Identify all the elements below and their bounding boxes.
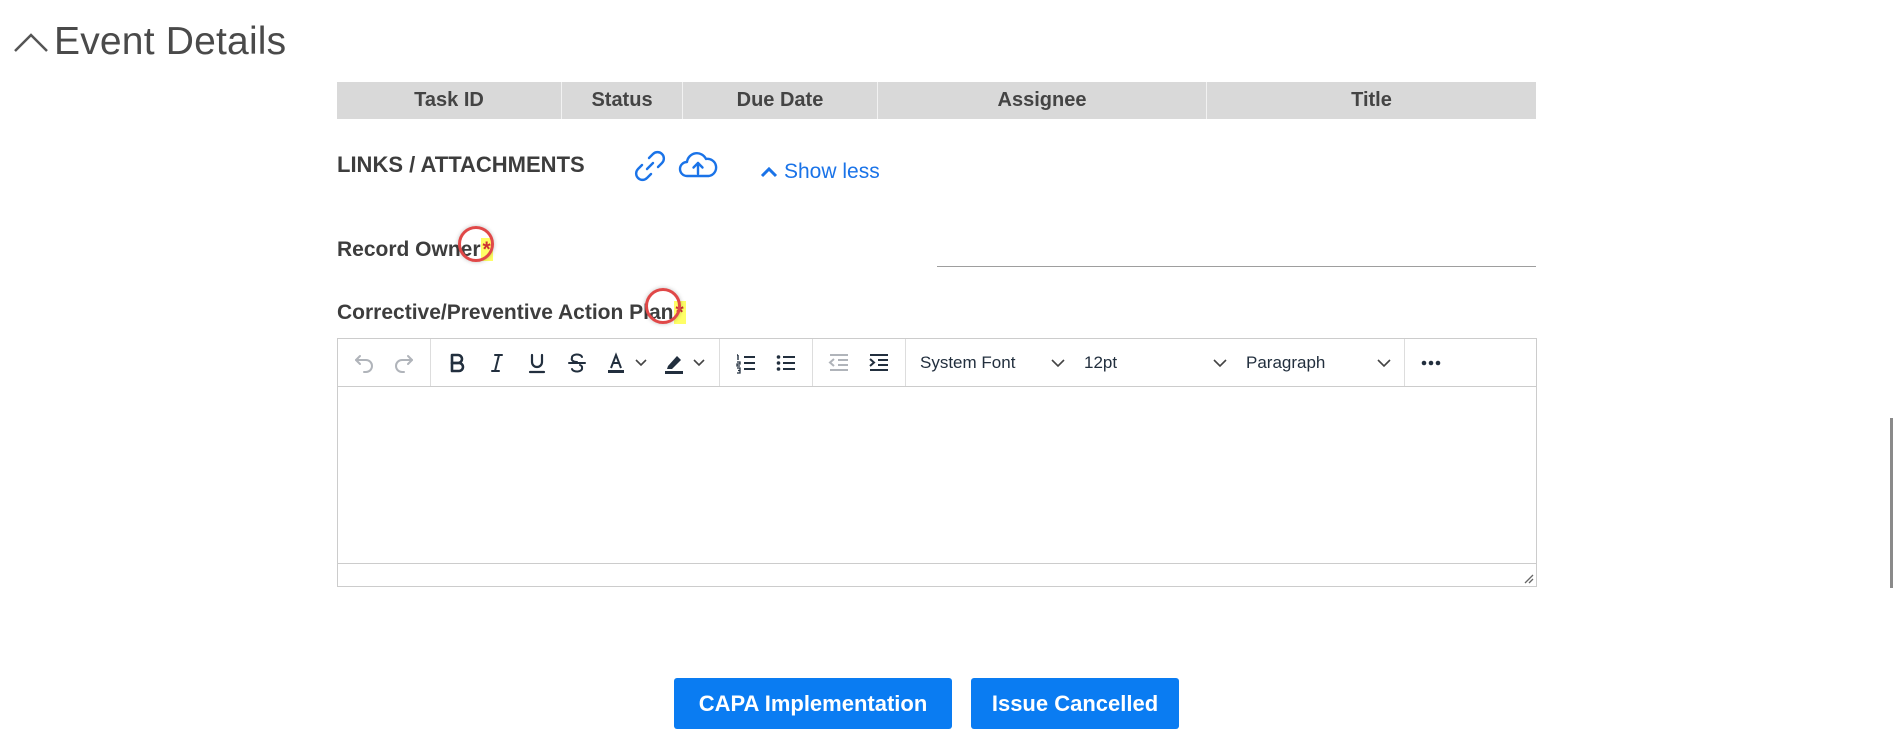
resize-handle-icon[interactable] bbox=[1522, 572, 1534, 584]
column-header-task-id[interactable]: Task ID bbox=[337, 82, 562, 119]
list-group bbox=[720, 339, 813, 386]
underline-icon[interactable] bbox=[517, 345, 557, 381]
undo-icon[interactable] bbox=[344, 345, 384, 381]
more-group bbox=[1405, 339, 1457, 386]
chevron-down-icon bbox=[1051, 358, 1065, 367]
column-header-due-date[interactable]: Due Date bbox=[683, 82, 878, 119]
capa-implementation-button[interactable]: CAPA Implementation bbox=[674, 678, 952, 729]
format-group bbox=[431, 339, 720, 386]
action-plan-label-text: Corrective/Preventive Action Plan bbox=[337, 301, 674, 324]
font-family-select[interactable]: System Font bbox=[910, 345, 1074, 381]
annotation-circle-marker bbox=[645, 288, 681, 324]
editor-toolbar: System Font 12pt Paragraph bbox=[338, 339, 1536, 387]
column-header-status[interactable]: Status bbox=[562, 82, 683, 119]
task-table-header: Task ID Status Due Date Assignee Title bbox=[337, 82, 1536, 119]
redo-icon[interactable] bbox=[384, 345, 424, 381]
font-size-value: 12pt bbox=[1084, 352, 1118, 372]
record-owner-field[interactable] bbox=[937, 246, 1536, 267]
section-toggle[interactable]: Event Details bbox=[12, 16, 286, 68]
bullet-list-icon[interactable] bbox=[766, 345, 806, 381]
outdent-icon[interactable] bbox=[819, 345, 859, 381]
chevron-down-icon bbox=[635, 358, 647, 366]
text-color-picker[interactable] bbox=[597, 345, 655, 381]
numbered-list-icon[interactable] bbox=[726, 345, 766, 381]
annotation-circle-marker bbox=[458, 226, 494, 262]
indent-group bbox=[813, 339, 906, 386]
link-icon[interactable] bbox=[632, 148, 668, 184]
font-size-select[interactable]: 12pt bbox=[1074, 345, 1236, 381]
font-family-value: System Font bbox=[920, 352, 1016, 372]
editor-statusbar bbox=[338, 563, 1536, 586]
block-format-value: Paragraph bbox=[1246, 352, 1326, 372]
select-group: System Font 12pt Paragraph bbox=[906, 339, 1405, 386]
section-title: Event Details bbox=[54, 20, 287, 63]
highlighter-icon bbox=[665, 355, 683, 374]
more-options-icon[interactable] bbox=[1411, 345, 1451, 381]
chevron-up-icon bbox=[760, 166, 778, 178]
column-header-assignee[interactable]: Assignee bbox=[878, 82, 1207, 119]
column-header-title[interactable]: Title bbox=[1207, 82, 1536, 119]
show-less-label: Show less bbox=[784, 160, 880, 183]
chevron-down-icon bbox=[1213, 358, 1227, 367]
highlight-color-picker[interactable] bbox=[655, 345, 713, 381]
issue-cancelled-button[interactable]: Issue Cancelled bbox=[971, 678, 1179, 729]
editor-content-area[interactable] bbox=[338, 387, 1536, 563]
rich-text-editor: System Font 12pt Paragraph bbox=[337, 338, 1537, 587]
cloud-upload-icon[interactable] bbox=[676, 148, 720, 184]
block-format-select[interactable]: Paragraph bbox=[1236, 345, 1400, 381]
chevron-down-icon bbox=[1377, 358, 1391, 367]
show-less-toggle[interactable]: Show less bbox=[760, 160, 880, 184]
action-plan-label: Corrective/Preventive Action Plan* bbox=[337, 301, 686, 325]
strikethrough-icon[interactable] bbox=[557, 345, 597, 381]
history-group bbox=[338, 339, 431, 386]
indent-icon[interactable] bbox=[859, 345, 899, 381]
italic-icon[interactable] bbox=[477, 345, 517, 381]
bold-icon[interactable] bbox=[437, 345, 477, 381]
chevron-up-icon bbox=[14, 33, 48, 52]
links-attachments-label: LINKS / ATTACHMENTS bbox=[337, 152, 585, 177]
text-color-icon bbox=[608, 351, 624, 373]
chevron-down-icon bbox=[693, 358, 705, 366]
